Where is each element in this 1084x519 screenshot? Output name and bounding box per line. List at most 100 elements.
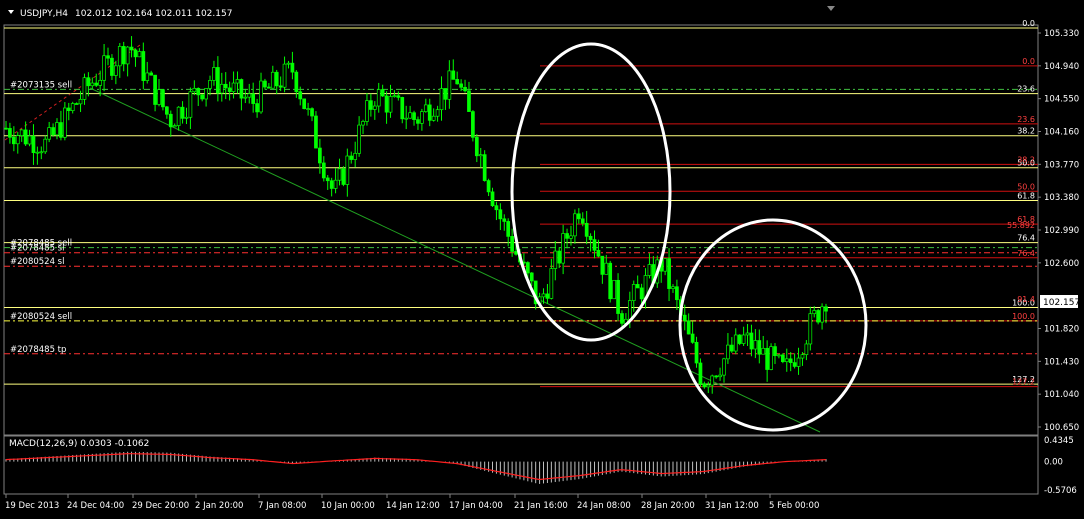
candle-body [804,343,809,356]
candle-body [471,111,475,138]
candle-body [671,286,675,289]
candle-body [192,87,197,93]
candle-body [451,70,456,80]
price-tick-label: 103.770 [1044,160,1079,170]
time-tick-label: 10 Jan 00:00 [321,501,375,511]
candle-body [388,96,393,113]
candle-body [11,136,16,145]
candle-body [431,115,436,121]
candle-body [247,93,252,98]
candle-body [349,155,354,160]
candle-body [769,346,773,370]
candle-body [600,255,605,275]
candle-body [161,89,165,108]
candle-body [757,340,762,355]
candle-body [157,89,161,105]
candle-body [576,213,581,220]
fibo-overlap-label: 91.4 [1017,295,1035,304]
candle-body [94,82,99,86]
candle-body [176,106,181,126]
candle-body [66,107,71,111]
time-tick-label: 2 Jan 20:00 [195,501,243,511]
candle-body [231,82,236,92]
candle-body [172,125,177,128]
candle-body [773,346,777,356]
candle-body [824,306,828,312]
candle-body [353,152,358,160]
candle-body [243,96,248,99]
indicator-tick-label: 0.00 [1044,458,1063,468]
candle-body [541,293,546,298]
chart-canvas[interactable]: USDJPY,H4 102.012 102.164 102.011 102.15… [0,0,1084,515]
price-tick-label: 102.990 [1044,226,1079,236]
indicator-tick-label: -0.5706 [1044,486,1077,496]
candle-body [494,205,499,211]
candle-body [4,127,8,130]
candle-body [274,71,279,87]
candle-body [380,89,385,97]
candle-body [737,334,742,344]
candle-body [165,106,169,115]
time-tick-label: 31 Jan 12:00 [705,501,759,511]
candle-body [443,88,448,100]
candle-body [82,77,87,100]
price-tick-label: 105.330 [1044,29,1079,39]
candle-body [8,128,12,138]
symbol-label: USDJPY,H4 [20,9,68,19]
candle-body [698,362,703,385]
candle-body [180,106,185,119]
candle-body [478,154,483,157]
candle-body [263,80,267,88]
candle-body [459,83,463,88]
candle-body [121,46,126,65]
candle-body [396,95,401,98]
candle-body [812,310,817,315]
candle-body [98,79,103,86]
fibo-small-level-label: 23.6 [1017,115,1035,124]
candle-body [573,213,577,237]
candle-body [341,168,346,185]
candle-body [510,236,514,252]
fibo-small-level-label: 76.4 [1017,249,1035,258]
indicator-label: MACD(12,26,9) 0.0303 -0.1062 [9,439,149,449]
candle-body [816,310,821,323]
candle-body [416,119,420,124]
candle-body [212,67,216,81]
candle-body [557,250,562,264]
candle-body [31,135,36,154]
candle-body [255,103,259,113]
candle-body [474,136,479,157]
candle-body [74,103,79,105]
time-tick-label: 5 Feb 00:00 [769,501,819,511]
fibo-big-level-label: 0.0 [1022,19,1035,28]
candle-body [706,384,711,388]
candle-body [251,93,256,104]
fibo-small-level-label: 38.2 [1017,155,1035,164]
candle-body [90,82,95,87]
fibo-big-level-label: 38.2 [1017,127,1035,136]
candle-body [604,262,609,275]
candle-body [216,67,220,94]
candle-body [145,72,150,81]
time-tick-label: 7 Jan 08:00 [258,501,306,511]
candle-body [314,115,318,149]
candle-body [784,358,789,363]
candle-body [290,62,295,73]
time-tick-label: 19 Dec 2013 [5,501,59,511]
candle-body [627,300,632,320]
candle-body [196,87,201,96]
candle-body [27,135,32,145]
candle-body [329,180,334,189]
candle-body [553,250,558,269]
candle-body [647,264,652,276]
candle-body [420,111,424,124]
ohlc-readout: 102.012 102.164 102.011 102.157 [75,9,232,19]
candle-body [302,98,307,109]
candle-body [792,362,797,367]
candle-body [808,313,813,345]
candle-body [337,168,342,181]
candle-body [675,286,679,301]
trading-chart-window[interactable]: USDJPY,H4 102.012 102.164 102.011 102.15… [0,0,1084,515]
time-tick-label: 28 Jan 20:00 [641,501,695,511]
candle-body [365,100,369,122]
